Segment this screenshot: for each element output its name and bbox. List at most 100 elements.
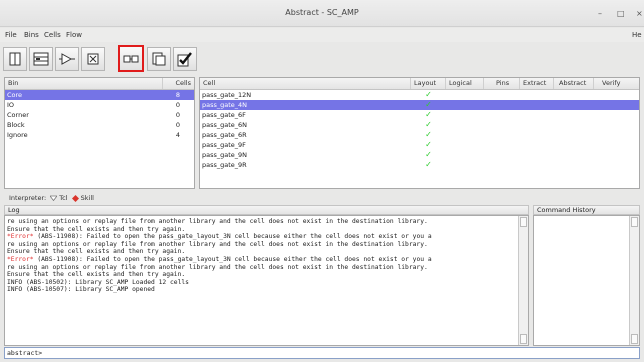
menu-flow[interactable]: Flow [66,31,82,39]
maximize-button[interactable]: □ [617,9,625,18]
menu-bar [0,28,644,42]
log-line: re using an options or replay file from … [7,263,428,271]
layout-check-icon: ✓ [425,160,432,169]
abstract-column-header[interactable]: Abstract [554,78,594,89]
bin-row-ignore[interactable]: Ignore 4 [5,130,194,140]
cell-name: pass_gate_4N [202,101,248,109]
layout-check-icon: ✓ [425,90,432,99]
log-text: re using an options or replay file from … [7,218,515,294]
log-scrollbar[interactable] [518,216,528,345]
radio-checked-icon [71,195,79,202]
layout-check-icon: ✓ [425,130,432,139]
toolbar-check-button[interactable] [173,47,197,71]
cell-name: pass_gate_6F [202,111,246,119]
cell-row[interactable]: pass_gate_9N ✓ [200,150,639,160]
layout-check-icon: ✓ [425,140,432,149]
toolbar-cell-button[interactable] [81,47,105,71]
bin-name: Core [7,91,23,99]
cells-count-column-header[interactable]: Cells [163,78,194,89]
bin-count: 0 [175,101,180,109]
log-title: Log [8,206,20,214]
cell-column-header[interactable]: Cell [200,78,411,89]
cells-list: pass_gate_12N ✓ pass_gate_4N ✓ pass_gate_6… [200,90,639,170]
error-tag: *Error* [7,255,34,263]
bin-count: 8 [175,91,180,99]
cell-row[interactable]: pass_gate_4N ✓ [200,100,639,110]
toolbar-grid-layout-button[interactable] [29,47,53,71]
interpreter-label: Interpreter: [9,194,47,202]
bin-count: 0 [175,121,180,129]
log-line: Ensure that the cell exists and then try… [7,225,186,233]
bin-column-header[interactable]: Bin [5,78,163,89]
tcl-radio[interactable] [49,195,59,202]
command-history-scrollbar[interactable] [629,216,639,345]
bin-name: Ignore [7,131,28,139]
verify-column-header[interactable]: Verify [594,78,639,89]
cell-row[interactable]: pass_gate_9R ✓ [200,160,639,170]
log-line: *Error* (ABS-11908): Failed to open the … [7,233,432,241]
cell-name: pass_gate_12N [202,91,252,99]
bin-name: IO [7,101,15,109]
toolbar-library-button[interactable] [3,47,27,71]
extract-column-header[interactable]: Extract [520,78,554,89]
pins-column-header[interactable]: Pins [484,78,520,89]
minimize-button[interactable]: – [598,9,602,18]
cells-header: Cell Layout Logical Pins Extract Abstrac… [200,78,639,90]
log-panel: re using an options or replay file from … [4,215,529,346]
cell-name: pass_gate_6N [202,121,248,129]
radio-unchecked-icon [49,195,59,202]
toolbar-layers-button[interactable] [147,47,171,71]
toolbar-link-button[interactable] [118,45,144,72]
bin-row-io[interactable]: IO 0 [5,100,194,110]
layout-check-icon: ✓ [425,110,432,119]
cell-row[interactable]: pass_gate_6R ✓ [200,130,639,140]
bin-row-core[interactable]: Core 8 [5,90,194,100]
cell-row[interactable]: pass_gate_12N ✓ [200,90,639,100]
menu-cells[interactable]: Cells [44,31,61,39]
log-line: INFO (ABS-10502): Library SC_AMP Loaded … [7,278,189,286]
skill-radio[interactable] [71,195,79,202]
bins-list: Core 8 IO 0 Corner 0 Block 0 Ignore 4 [5,90,194,140]
cell-row[interactable]: pass_gate_6F ✓ [200,110,639,120]
command-history-panel[interactable] [533,215,640,346]
scroll-down-arrow-icon[interactable] [520,334,527,344]
error-tag: *Error* [7,233,34,241]
bin-row-corner[interactable]: Corner 0 [5,110,194,120]
bins-panel: Bin Cells Core 8 IO 0 Corner 0 Block 0 Ignor… [4,77,195,189]
menu-help[interactable]: He [632,31,642,39]
bin-name: Corner [7,111,29,119]
cell-name: pass_gate_6R [202,131,247,139]
bin-row-block[interactable]: Block 0 [5,120,194,130]
scroll-up-arrow-icon[interactable] [520,217,527,227]
cell-row[interactable]: pass_gate_9F ✓ [200,140,639,150]
menu-bins[interactable]: Bins [24,31,39,39]
grid-layout-icon [33,52,49,66]
command-input[interactable]: abstract> [4,347,640,359]
menu-file[interactable]: File [5,31,17,39]
log-line: INFO (ABS-10507): Library SC_AMP opened [7,286,155,294]
logical-column-header[interactable]: Logical [446,78,484,89]
window-title: Abstract - SC_AMP [285,8,359,17]
scroll-up-arrow-icon[interactable] [631,217,638,227]
log-line: *Error* (ABS-11908): Failed to open the … [7,255,432,263]
cell-icon [87,53,99,65]
skill-radio-label[interactable]: Skill [81,194,94,202]
layers-icon [152,52,166,66]
layout-check-icon: ✓ [425,150,432,159]
interpreter-selector: Interpreter: Tcl Skill [9,194,94,202]
link-icon [123,55,139,62]
cells-panel: Cell Layout Logical Pins Extract Abstrac… [199,77,640,189]
log-line: Ensure that the cell exists and then try… [7,248,186,256]
layout-check-icon: ✓ [425,120,432,129]
cell-row[interactable]: pass_gate_6N ✓ [200,120,639,130]
tcl-radio-label[interactable]: Tcl [59,194,67,202]
scroll-down-arrow-icon[interactable] [631,334,638,344]
bin-count: 0 [175,111,180,119]
command-history-header: Command History [533,205,640,215]
library-icon [9,52,21,66]
toolbar-buffer-button[interactable] [55,47,79,71]
layout-column-header[interactable]: Layout [411,78,446,89]
close-button[interactable]: × [636,9,643,18]
bins-header: Bin Cells [5,78,194,90]
cell-name: pass_gate_9N [202,151,248,159]
